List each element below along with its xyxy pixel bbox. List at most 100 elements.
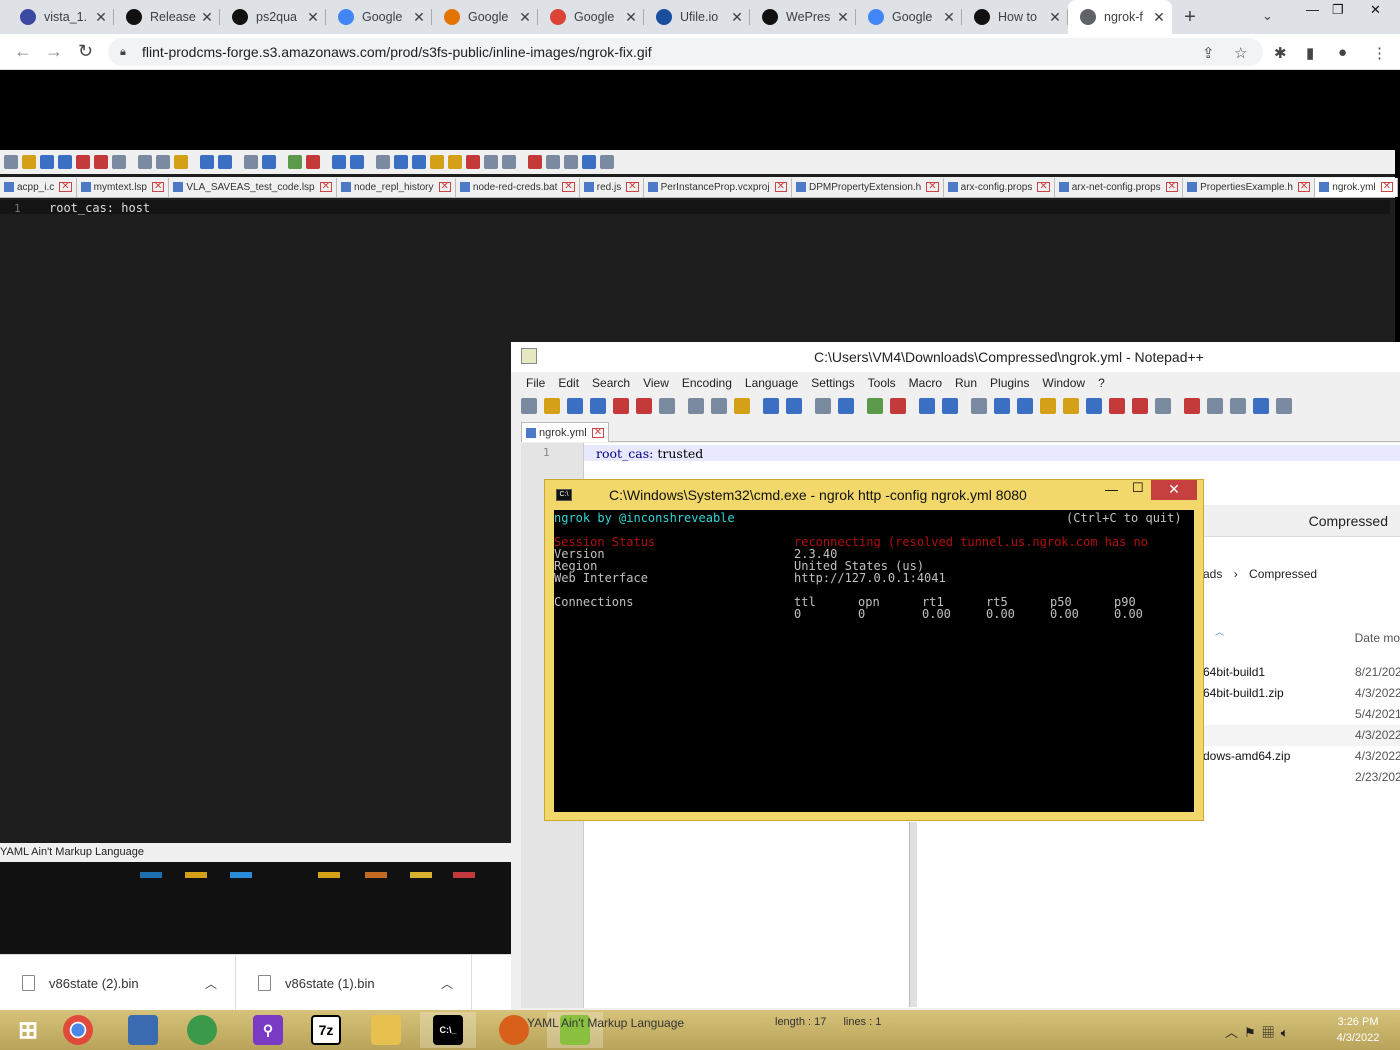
browser-tab[interactable]: Google ✕ [538,0,644,34]
close-file-icon[interactable] [76,155,90,169]
address-bar[interactable]: 🔒︎ flint-prodcms-forge.s3.amazonaws.com/… [108,38,1263,66]
indent-guide-icon[interactable] [412,155,426,169]
word-wrap-icon[interactable] [376,155,390,169]
close-tab-icon[interactable]: ✕ [926,182,939,192]
folder-workspace-icon[interactable] [1086,398,1102,414]
close-all-icon[interactable] [94,155,108,169]
editor-code[interactable]: root_cas: trusted [596,446,703,461]
file-row[interactable]: 64bit-build1 8/21/202 [1203,662,1400,683]
browser-tab[interactable]: vista_1. ✕ [8,0,114,34]
download-item[interactable]: v86state (2).bin ︿ [0,955,236,1011]
monitoring-icon[interactable] [484,155,498,169]
run-macro-multiple-icon[interactable] [582,155,596,169]
cut-icon[interactable] [688,398,704,414]
taskbar-cmd[interactable]: C:\_ [420,1012,476,1048]
menu-item-run[interactable]: Run [955,376,977,390]
paste-icon[interactable] [734,398,750,414]
close-tab-icon[interactable]: ✕ [1165,182,1179,192]
copy-icon[interactable] [156,155,170,169]
file-tab[interactable]: red.js ✕ [580,177,644,197]
close-tab-icon[interactable]: ✕ [319,182,332,192]
zoom-in-icon[interactable] [288,155,302,169]
save-icon[interactable] [567,398,583,414]
save-icon[interactable] [40,155,54,169]
indent-guide-icon[interactable] [1017,398,1033,414]
close-tab-icon[interactable]: ✕ [1152,9,1166,26]
save-all-icon[interactable] [58,155,72,169]
file-row[interactable]: 64bit-build1.zip 4/3/2022 [1203,683,1400,704]
menu-item-help[interactable]: ? [1098,376,1105,390]
taskbar-computer[interactable] [115,1012,171,1048]
side-panel-icon[interactable]: ▮ [1306,44,1314,62]
print-icon[interactable] [659,398,675,414]
menu-item-view[interactable]: View [643,376,669,390]
menu-item-language[interactable]: Language [745,376,798,390]
zoom-out-icon[interactable] [306,155,320,169]
close-tab-icon[interactable]: ✕ [1297,182,1311,192]
download-item[interactable]: v86state (1).bin ︿ [236,955,472,1011]
date-column-header[interactable]: Date mo [1355,631,1400,645]
extensions-icon[interactable]: ✱ [1274,44,1287,62]
eye-icon[interactable] [502,155,516,169]
word-wrap-icon[interactable] [971,398,987,414]
file-tab[interactable]: acpp_i.c ✕ [0,177,77,197]
sync-vertical-icon[interactable] [332,155,346,169]
close-tab-icon[interactable]: ✕ [562,182,575,192]
menu-item-macro[interactable]: Macro [909,376,942,390]
close-tab-icon[interactable]: ✕ [1048,9,1062,26]
console-output[interactable]: ngrok by @inconshreveable (Ctrl+C to qui… [554,510,1194,812]
chevron-up-icon[interactable]: ︿ [441,975,453,992]
menu-item-tools[interactable]: Tools [868,376,896,390]
chevron-up-icon[interactable]: ︿ [205,975,217,992]
redo-icon[interactable] [786,398,802,414]
save-macro-icon[interactable] [1276,398,1292,414]
new-file-icon[interactable] [4,155,18,169]
menu-kebab-icon[interactable]: ⋮ [1372,44,1387,62]
eye-icon[interactable] [1155,398,1171,414]
lock-icon[interactable]: 🔒︎ [120,46,134,59]
redo-icon[interactable] [218,155,232,169]
file-tab[interactable]: PropertiesExample.h ✕ [1183,177,1316,197]
minimize-icon[interactable]: — [1306,2,1319,17]
close-tab-icon[interactable]: ✕ [591,427,605,438]
browser-tab[interactable]: How to ✕ [962,0,1068,34]
file-tab[interactable]: node-red-creds.bat ✕ [456,177,580,197]
paste-icon[interactable] [174,155,188,169]
find-icon[interactable] [244,155,258,169]
sync-horizontal-icon[interactable] [942,398,958,414]
menu-item-window[interactable]: Window [1042,376,1085,390]
close-tab-icon[interactable]: ✕ [942,9,956,26]
show-all-chars-icon[interactable] [994,398,1010,414]
close-all-icon[interactable] [636,398,652,414]
close-tab-icon[interactable]: ✕ [438,182,451,192]
file-row[interactable]: 2/23/202 [1203,767,1400,788]
menu-item-edit[interactable]: Edit [558,376,579,390]
cmd-titlebar[interactable]: C:\ C:\Windows\System32\cmd.exe - ngrok … [545,480,1203,509]
close-tab-icon[interactable]: ✕ [1037,182,1050,192]
browser-tab[interactable]: Release ✕ [114,0,220,34]
play-macro-icon[interactable] [1230,398,1246,414]
profile-avatar-icon[interactable]: ● [1338,44,1347,61]
undo-icon[interactable] [763,398,779,414]
close-icon[interactable]: ✕ [1370,2,1381,18]
replace-icon[interactable] [838,398,854,414]
copy-icon[interactable] [711,398,727,414]
taskbar-network[interactable] [174,1012,230,1048]
monitoring-icon[interactable] [1109,398,1125,414]
menu-item-search[interactable]: Search [592,376,630,390]
find-icon[interactable] [815,398,831,414]
close-tab-icon[interactable]: ✕ [836,9,850,26]
tab-search-icon[interactable]: ⌄ [1262,8,1273,24]
browser-tab[interactable]: Google ✕ [326,0,432,34]
browser-tab[interactable]: Google ✕ [432,0,538,34]
close-tab-icon[interactable]: ✕ [151,182,165,192]
close-tab-icon[interactable]: ✕ [412,9,426,26]
sync-vertical-icon[interactable] [919,398,935,414]
back-icon[interactable]: ← [14,41,32,62]
close-tab-icon[interactable]: ✕ [774,182,787,192]
maximize-icon[interactable]: ☐ [1132,480,1144,496]
menu-item-encoding[interactable]: Encoding [682,376,732,390]
zoom-out-icon[interactable] [890,398,906,414]
stop-macro-icon[interactable] [546,155,560,169]
replace-icon[interactable] [262,155,276,169]
